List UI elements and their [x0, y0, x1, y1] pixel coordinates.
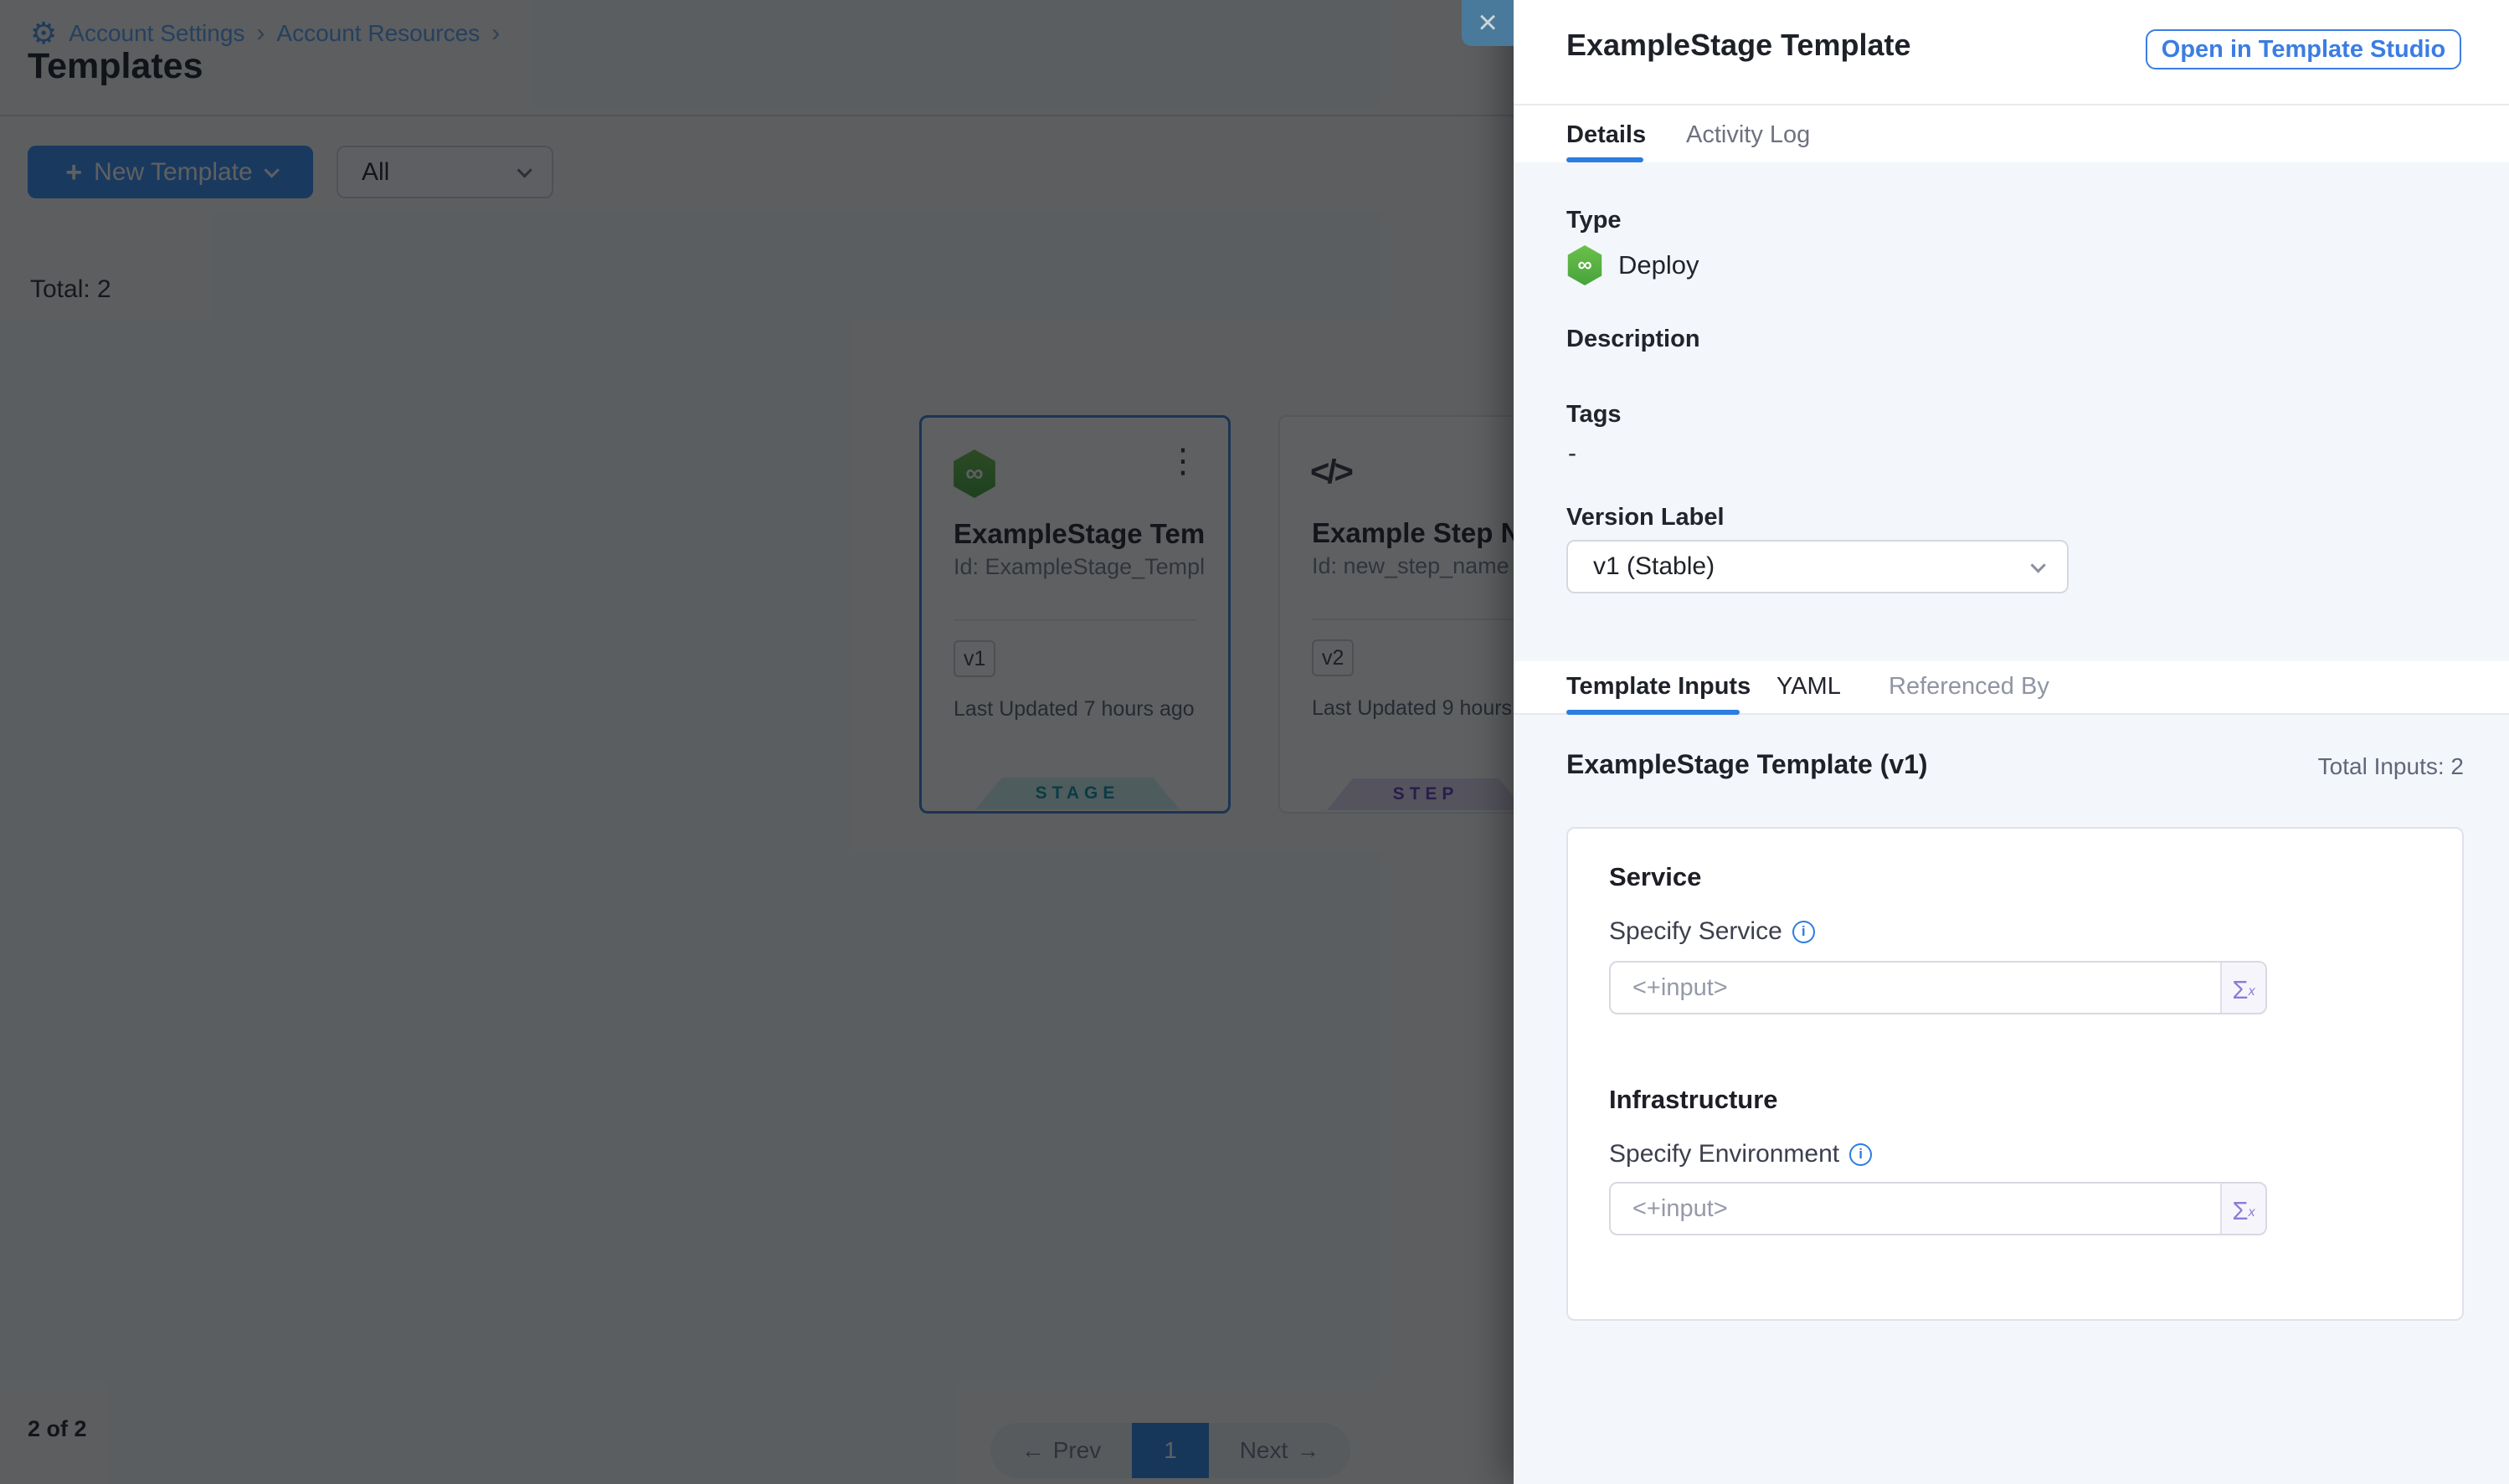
service-input[interactable]	[1611, 963, 2222, 1013]
tab-details[interactable]: Details	[1566, 121, 1646, 149]
specify-service-label: Specify Service i	[1609, 917, 1815, 946]
open-in-template-studio-button[interactable]: Open in Template Studio	[2146, 29, 2461, 69]
modal-overlay[interactable]	[0, 0, 1514, 1484]
template-details-drawer: × ExampleStage Template Open in Template…	[1514, 0, 2509, 1484]
chevron-down-icon	[2030, 557, 2045, 573]
inputs-card: Service Specify Service i Σx Infrastruct…	[1566, 827, 2464, 1321]
drawer-title: ExampleStage Template	[1566, 28, 1911, 63]
environment-input-wrap: Σx	[1609, 1182, 2267, 1235]
inputs-heading: ExampleStage Template (v1)	[1566, 749, 1928, 780]
deploy-hexagon-icon: ∞	[1566, 245, 1603, 285]
sigma-sub: x	[2249, 981, 2255, 1003]
version-select-value: v1 (Stable)	[1593, 552, 1715, 581]
type-value-row: ∞ Deploy	[1566, 245, 1699, 285]
sigma-sub: x	[2249, 1202, 2255, 1224]
tags-value: -	[1568, 439, 1576, 468]
subtab-yaml[interactable]: YAML	[1776, 673, 1841, 701]
type-value: Deploy	[1618, 250, 1699, 280]
specify-service-text: Specify Service	[1609, 917, 1782, 946]
service-input-wrap: Σx	[1609, 961, 2267, 1014]
details-tab-content: Type ∞ Deploy Description Tags - Version…	[1514, 162, 2509, 665]
infinity-icon: ∞	[1577, 254, 1591, 277]
sigma-glyph: Σ	[2232, 1198, 2248, 1224]
template-inputs-content: ExampleStage Template (v1) Total Inputs:…	[1514, 715, 2509, 1484]
sigma-glyph: Σ	[2232, 977, 2248, 1003]
tags-label: Tags	[1566, 401, 1622, 429]
service-section-title: Service	[1609, 862, 1701, 892]
drawer-divider	[1514, 104, 2509, 105]
info-icon[interactable]: i	[1849, 1143, 1872, 1166]
expression-sigma-icon[interactable]: Σx	[2222, 963, 2265, 1013]
version-label: Version Label	[1566, 504, 1725, 531]
subtab-template-inputs[interactable]: Template Inputs	[1566, 673, 1751, 701]
description-label: Description	[1566, 326, 1700, 353]
type-label: Type	[1566, 207, 1622, 234]
subtab-referenced-by[interactable]: Referenced By	[1889, 673, 2049, 701]
version-select[interactable]: v1 (Stable)	[1566, 540, 2069, 593]
drawer-subtabs: Template Inputs YAML Referenced By	[1514, 661, 2509, 715]
close-drawer-button[interactable]: ×	[1462, 0, 1514, 46]
templates-page: ⚙ Account Settings › Account Resources ›…	[0, 0, 2509, 1484]
infrastructure-section-title: Infrastructure	[1609, 1085, 1778, 1115]
environment-input[interactable]	[1611, 1184, 2222, 1234]
specify-environment-text: Specify Environment	[1609, 1140, 1839, 1168]
tab-activity-log[interactable]: Activity Log	[1686, 121, 1810, 149]
info-icon[interactable]: i	[1792, 921, 1815, 943]
close-icon: ×	[1478, 4, 1497, 42]
specify-environment-label: Specify Environment i	[1609, 1140, 1872, 1168]
inputs-total: Total Inputs: 2	[2318, 753, 2464, 780]
expression-sigma-icon[interactable]: Σx	[2222, 1184, 2265, 1234]
